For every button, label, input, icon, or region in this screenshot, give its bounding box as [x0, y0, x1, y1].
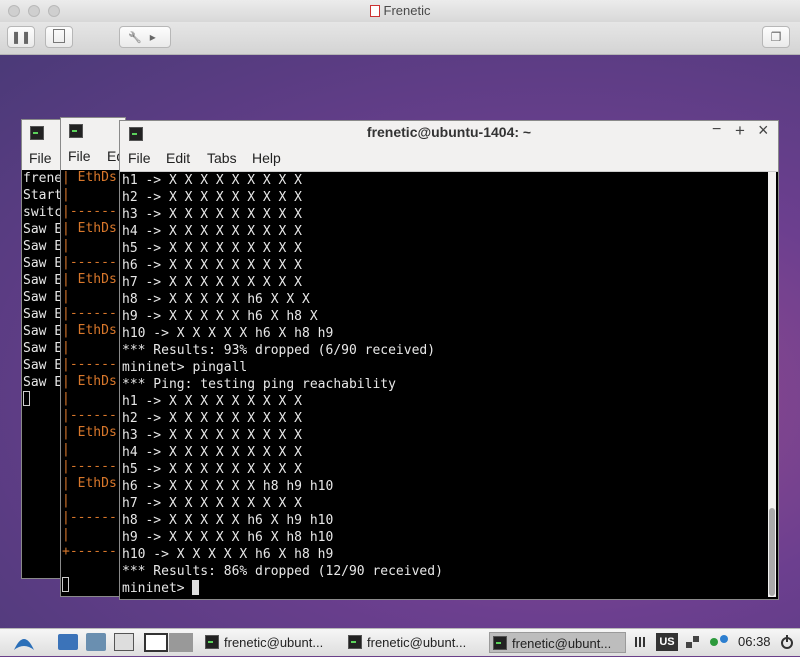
settings-button[interactable]: 🔧 ▸ [119, 26, 171, 48]
clock[interactable]: 06:38 [738, 633, 771, 651]
host-window-title: Frenetic [0, 3, 800, 18]
pause-icon: ❚❚ [10, 30, 32, 44]
scrollbar-thumb[interactable] [769, 508, 775, 596]
host-titlebar: Frenetic [0, 0, 800, 23]
task-terminal-3[interactable]: frenetic@ubunt... [489, 632, 626, 653]
task-terminal-2[interactable]: frenetic@ubunt... [345, 632, 485, 653]
window-header: frenetic@ubuntu-1404: ~ − + × File Edit … [120, 120, 778, 172]
workspace-2[interactable] [169, 633, 193, 652]
menu-file[interactable]: File [128, 150, 151, 166]
pause-vm-button[interactable]: ❚❚ [7, 26, 35, 48]
terminal-output: h1 -> X X X X X X X X X h2 -> X X X X X … [122, 173, 443, 596]
play-icon: ▸ [149, 30, 156, 44]
terminal-cursor [62, 577, 69, 592]
menu-tabs[interactable]: Tabs [207, 150, 237, 166]
terminal-cursor [192, 580, 200, 595]
menu-file[interactable]: File [29, 150, 52, 166]
taskbar: frenetic@ubunt... frenetic@ubunt... fren… [0, 628, 800, 656]
menu-edit[interactable]: Edit [166, 150, 190, 166]
app-menu-icon[interactable] [12, 632, 36, 652]
terminal-output: frene Start switc Saw E Saw E Saw E Saw … [23, 170, 62, 408]
terminal-icon [205, 635, 219, 649]
power-icon[interactable] [780, 633, 794, 651]
terminal-icon [69, 124, 83, 138]
window-header: File Ed [61, 118, 125, 170]
menu-file[interactable]: File [68, 148, 91, 164]
show-desktop-icon[interactable] [58, 634, 78, 650]
snapshot-button[interactable] [45, 26, 73, 48]
terminal-window-front[interactable]: frenetic@ubuntu-1404: ~ − + × File Edit … [119, 120, 779, 600]
network-app-icon[interactable] [86, 633, 106, 651]
terminal-window-middle[interactable]: File Ed | EthDs | |------ | EthDs | |---… [60, 117, 126, 597]
maximize-button[interactable]: + [735, 121, 745, 141]
terminal-icon [348, 635, 362, 649]
restore-window-button[interactable]: ❐ [762, 26, 790, 48]
window-app-icon[interactable] [114, 633, 134, 651]
vm-document-icon [369, 5, 380, 17]
terminal-output: | EthDs | |------ | EthDs | |------ | Et… [62, 170, 117, 559]
close-button[interactable]: × [758, 120, 769, 141]
volume-icon[interactable] [634, 633, 648, 651]
snapshot-icon [53, 29, 65, 43]
wrench-icon: 🔧 [128, 32, 142, 44]
workspace-1[interactable] [144, 633, 168, 652]
terminal-icon [493, 636, 507, 650]
keyboard-layout-indicator[interactable]: US [656, 633, 678, 651]
minimize-button[interactable]: − [712, 121, 721, 139]
menu-help[interactable]: Help [252, 150, 281, 166]
terminal-cursor [23, 391, 30, 406]
restore-icon: ❐ [770, 30, 782, 44]
prompt: mininet> [122, 581, 193, 596]
bluetooth-status-icon[interactable] [708, 633, 730, 651]
scrollbar[interactable] [768, 172, 776, 597]
network-icon[interactable] [684, 633, 702, 651]
task-terminal-1[interactable]: frenetic@ubunt... [202, 632, 342, 653]
host-toolbar: ❚❚ 🔧 ▸ ❐ [0, 22, 800, 55]
terminal-icon [30, 126, 44, 140]
window-title: frenetic@ubuntu-1404: ~ [366, 124, 532, 140]
